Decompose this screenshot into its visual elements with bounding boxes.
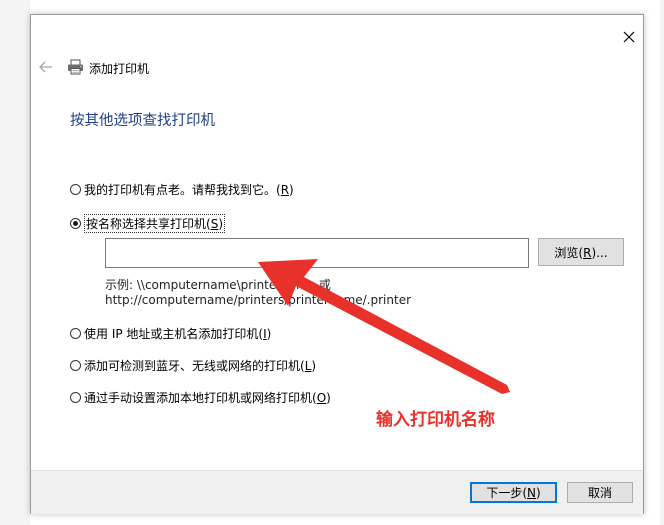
radio-button-bluetooth-wireless[interactable] — [70, 360, 81, 371]
option-label: 添加可检测到蓝牙、无线或网络的打印机(L) — [84, 359, 317, 373]
radio-button-ip-address[interactable] — [70, 328, 81, 339]
option-label: 使用 IP 地址或主机名添加打印机(I) — [84, 327, 272, 341]
option-ip-address[interactable]: 使用 IP 地址或主机名添加打印机(I) — [70, 325, 271, 342]
option-old-printer[interactable]: 我的打印机有点老。请帮我找到它。(R) — [70, 181, 294, 198]
browse-button[interactable]: 浏览(R)... — [538, 238, 624, 266]
window-title: 添加打印机 — [89, 62, 150, 76]
radio-button-old-printer[interactable] — [70, 184, 81, 195]
page-heading: 按其他选项查找打印机 — [70, 113, 215, 129]
radio-button-shared-printer[interactable] — [70, 218, 81, 229]
printer-name-input[interactable] — [105, 238, 529, 268]
background-area-right — [660, 0, 664, 525]
option-label: 我的打印机有点老。请帮我找到它。(R) — [84, 183, 294, 197]
option-shared-printer-by-name[interactable]: 按名称选择共享打印机(S) — [70, 214, 226, 233]
annotation-label: 输入打印机名称 — [376, 410, 495, 430]
printer-icon — [68, 59, 83, 75]
option-manual-settings[interactable]: 通过手动设置添加本地打印机或网络打印机(O) — [70, 389, 331, 406]
example-text-line-2: http://computername/printers/printername… — [105, 293, 412, 307]
back-arrow-icon[interactable] — [38, 60, 54, 74]
radio-button-manual-settings[interactable] — [70, 392, 81, 403]
next-button[interactable]: 下一步(N) — [470, 482, 557, 503]
close-icon[interactable] — [620, 28, 638, 46]
example-text-line-1: 示例: \\computername\printername 或 — [105, 278, 331, 292]
option-bluetooth-wireless[interactable]: 添加可检测到蓝牙、无线或网络的打印机(L) — [70, 357, 316, 374]
option-label: 按名称选择共享打印机(S) — [84, 214, 226, 233]
option-label: 通过手动设置添加本地打印机或网络打印机(O) — [84, 391, 331, 405]
cancel-button[interactable]: 取消 — [567, 482, 633, 503]
background-area — [0, 0, 30, 525]
